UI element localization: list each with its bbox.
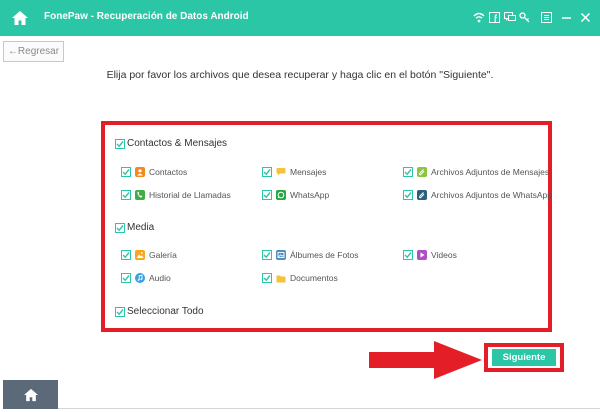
whatsapp-checkbox[interactable]: [262, 190, 272, 200]
close-icon[interactable]: [579, 11, 592, 24]
messages-icon: [276, 167, 286, 177]
option-message-attachments[interactable]: Archivos Adjuntos de Mensajes: [403, 166, 549, 178]
gallery-label: Galería: [149, 250, 177, 260]
title-bar: FonePaw - Recuperación de Datos Android: [0, 0, 600, 36]
documents-icon: [276, 273, 286, 283]
option-contacts[interactable]: Contactos: [121, 166, 187, 178]
whatsapp-attachments-icon: [417, 190, 427, 200]
whatsapp-label: WhatsApp: [290, 190, 330, 200]
audio-label: Audio: [149, 273, 171, 283]
documents-checkbox[interactable]: [262, 273, 272, 283]
message-attachments-checkbox[interactable]: [403, 167, 413, 177]
app-title: FonePaw - Recuperación de Datos Android: [44, 11, 249, 22]
whatsapp-icon: [276, 190, 286, 200]
contacts-icon: [135, 167, 145, 177]
option-documents[interactable]: Documentos: [262, 272, 338, 284]
whatsapp-attachments-checkbox[interactable]: [403, 190, 413, 200]
media-label: Media: [127, 222, 155, 233]
option-whatsapp[interactable]: WhatsApp: [262, 189, 329, 201]
select-all-checkbox[interactable]: [115, 307, 125, 317]
videos-icon: [417, 250, 427, 260]
message-attachments-icon: [417, 167, 427, 177]
key-icon[interactable]: [518, 11, 531, 24]
contacts-label: Contactos: [149, 167, 188, 177]
call-history-label: Historial de Llamadas: [149, 190, 231, 200]
contacts-messages-checkbox[interactable]: [115, 139, 125, 149]
arrow-right-icon: [369, 341, 482, 379]
instruction-text: Elija por favor los archivos que desea r…: [106, 69, 494, 81]
option-audio[interactable]: Audio: [121, 272, 171, 284]
file-type-panel: Contactos & Mensajes Contactos Mensajes …: [101, 121, 552, 332]
next-button[interactable]: Siguiente: [492, 349, 556, 366]
audio-icon: [135, 273, 145, 283]
wifi-icon[interactable]: [472, 11, 485, 24]
documents-label: Documentos: [290, 273, 338, 283]
option-call-history[interactable]: Historial de Llamadas: [121, 189, 231, 201]
back-button[interactable]: ←Regresar: [3, 41, 64, 62]
option-messages[interactable]: Mensajes: [262, 166, 326, 178]
bottom-home-button[interactable]: [3, 380, 58, 409]
whatsapp-attachments-label: Archivos Adjuntos de WhatsApp: [431, 190, 552, 200]
call-history-checkbox[interactable]: [121, 190, 131, 200]
home-icon[interactable]: [6, 5, 34, 31]
menu-icon[interactable]: [540, 11, 553, 24]
feedback-icon[interactable]: [503, 11, 516, 24]
call-history-icon: [135, 190, 145, 200]
option-videos[interactable]: Videos: [403, 249, 457, 261]
option-whatsapp-attachments[interactable]: Archivos Adjuntos de WhatsApp: [403, 189, 552, 201]
media-checkbox[interactable]: [115, 223, 125, 233]
home-icon: [23, 388, 38, 401]
minimize-icon[interactable]: [560, 11, 573, 24]
select-all-label: Seleccionar Todo: [127, 306, 204, 317]
option-gallery[interactable]: Galería: [121, 249, 177, 261]
gallery-icon: [135, 250, 145, 260]
message-attachments-label: Archivos Adjuntos de Mensajes: [431, 167, 550, 177]
photo-albums-checkbox[interactable]: [262, 250, 272, 260]
contacts-messages-label: Contactos & Mensajes: [127, 138, 228, 149]
photo-albums-label: Álbumes de Fotos: [290, 250, 359, 260]
footer-divider: [58, 408, 600, 409]
videos-checkbox[interactable]: [403, 250, 413, 260]
messages-label: Mensajes: [290, 167, 327, 177]
contacts-checkbox[interactable]: [121, 167, 131, 177]
next-button-highlight: Siguiente: [484, 343, 564, 372]
option-photo-albums[interactable]: Álbumes de Fotos: [262, 249, 359, 261]
gallery-checkbox[interactable]: [121, 250, 131, 260]
photo-albums-icon: [276, 250, 286, 260]
facebook-icon[interactable]: [488, 11, 501, 24]
messages-checkbox[interactable]: [262, 167, 272, 177]
videos-label: Videos: [431, 250, 457, 260]
audio-checkbox[interactable]: [121, 273, 131, 283]
